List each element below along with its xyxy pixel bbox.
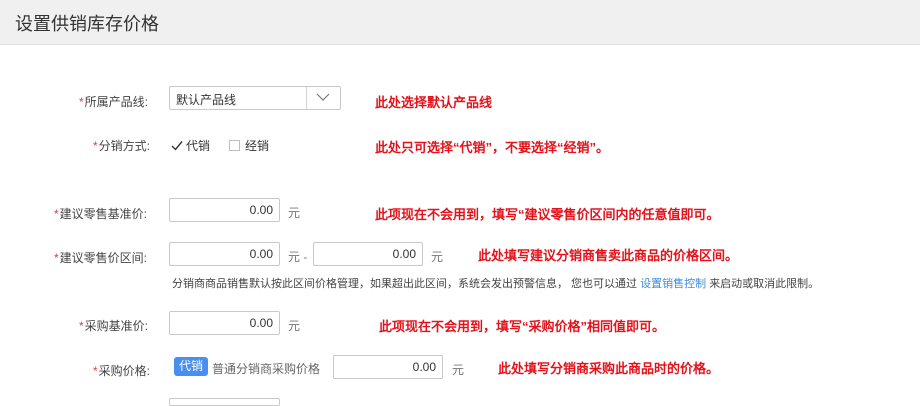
page-title: 设置供销库存价格 (15, 14, 159, 34)
purchase-price-sub-label: 普通分销商采购价格 (212, 362, 321, 376)
purchase-price-input[interactable]: 0.00 (333, 355, 443, 379)
purchase-price-note: 此处填写分销商采购此商品时的价格。 (498, 361, 720, 376)
purchase-base-input[interactable]: 0.00 (169, 311, 280, 335)
retail-range-max-input[interactable]: 0.00 (313, 242, 423, 266)
distribution-note: 此处只可选择“代销”，不要选择“经销”。 (375, 140, 610, 155)
sales-control-link[interactable]: 设置销售控制 (640, 278, 706, 290)
distribution-label: *分销方式: (93, 139, 151, 153)
purchase-price-label: *采购价格: (93, 364, 151, 378)
retail-base-input[interactable]: 0.00 (169, 198, 280, 222)
chevron-down-icon (314, 90, 332, 109)
purchase-price-unit: 元 (452, 363, 465, 377)
retail-range-min-unit: 元 - (288, 250, 308, 264)
product-line-note: 此处选择默认产品线 (375, 95, 493, 110)
consign-label: 代销 (186, 139, 211, 153)
retail-range-hint: 分销商商品销售默认按此区间价格管理，如果超出此区间，系统会发出预警信息， 您也可… (172, 278, 820, 290)
product-line-value: 默认产品线 (176, 93, 237, 107)
product-line-select[interactable]: 默认产品线 (169, 86, 341, 110)
retail-range-min-input[interactable]: 0.00 (169, 242, 280, 266)
page-header: 设置供销库存价格 (0, 0, 920, 45)
purchase-base-unit: 元 (288, 319, 301, 333)
retail-range-max-unit: 元 (431, 250, 444, 264)
purchase-base-note: 此项现在不会用到，填写“采购价格”相同值即可。 (379, 319, 666, 334)
consign-checkbox[interactable] (171, 139, 183, 151)
retail-base-label: *建议零售基准价: (54, 207, 148, 221)
next-field-input[interactable] (169, 398, 280, 406)
retail-range-note: 此处填写建议分销商售卖此商品的价格区间。 (478, 248, 739, 263)
wholesale-checkbox[interactable] (229, 140, 240, 151)
product-line-label: *所属产品线: (79, 95, 149, 109)
retail-base-note: 此项现在不会用到，填写“建议零售价区间内的任意值即可。 (375, 207, 720, 222)
purchase-base-label: *采购基准价: (79, 319, 149, 333)
consign-badge: 代销 (174, 357, 209, 376)
wholesale-label: 经销 (245, 139, 270, 153)
retail-range-label: *建议零售价区间: (54, 251, 148, 265)
retail-base-unit: 元 (288, 206, 301, 220)
check-icon (171, 141, 183, 151)
